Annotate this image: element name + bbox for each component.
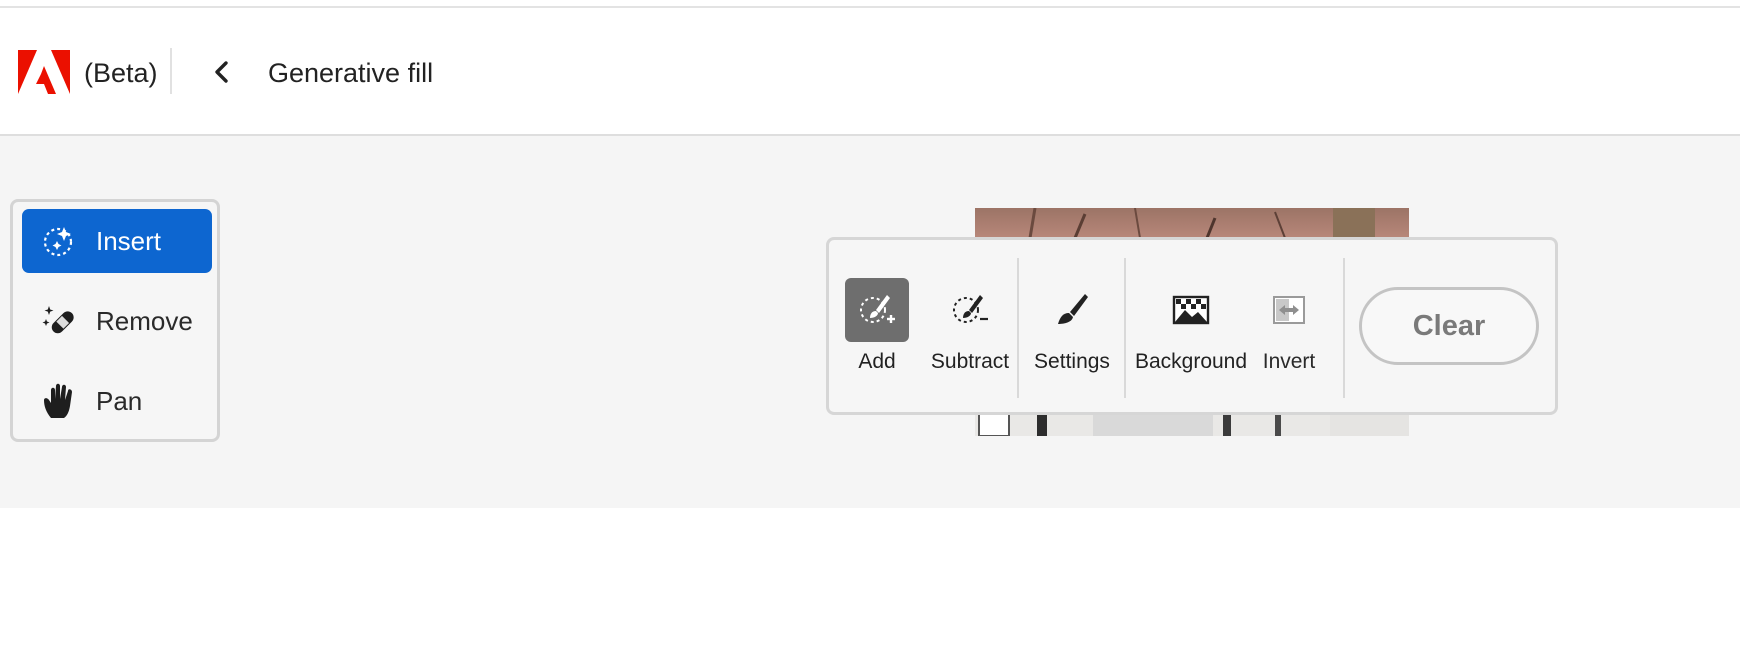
add-button[interactable]: Add [845,278,909,384]
app-header: (Beta) Generative fill [0,8,1740,136]
tool-insert-label: Insert [96,225,162,256]
tool-pan-label: Pan [96,385,143,416]
invert-button[interactable]: Invert [1254,278,1324,384]
toolbar-divider [1343,258,1345,398]
adobe-logo[interactable] [18,50,70,94]
background-label: Background [1134,350,1248,373]
subtract-selection-brush-icon [938,278,1002,342]
tool-remove[interactable]: Remove [22,289,212,353]
clear-button[interactable]: Clear [1359,287,1539,365]
subtract-button[interactable]: Subtract [926,278,1014,384]
tool-insert[interactable]: Insert [22,209,212,273]
invert-label: Invert [1262,350,1316,373]
toolbar-divider [1124,258,1126,398]
hand-icon [42,383,78,419]
chevron-left-icon [215,61,228,83]
back-button[interactable] [204,54,240,90]
toolbar-divider [1017,258,1019,398]
settings-label: Settings [1034,350,1110,373]
background-button[interactable]: Background [1134,278,1248,384]
subtract-label: Subtract [930,350,1010,373]
invert-icon [1257,278,1321,342]
beta-label: (Beta) [84,58,158,88]
add-selection-brush-icon [845,278,909,342]
insert-sparkle-icon [42,223,78,259]
page-title: Generative fill [268,58,434,88]
background-image-icon [1159,278,1223,342]
add-label: Add [858,350,896,373]
tool-pan[interactable]: Pan [22,369,212,433]
tool-remove-label: Remove [96,305,193,336]
header-divider [170,48,172,94]
brush-icon [1040,278,1104,342]
selection-toolbar: Add Subtract Settings Background Invert … [826,237,1558,415]
tool-panel: Insert Remove Pan [10,199,220,442]
settings-button[interactable]: Settings [1032,278,1112,384]
remove-bandage-icon [42,303,78,339]
